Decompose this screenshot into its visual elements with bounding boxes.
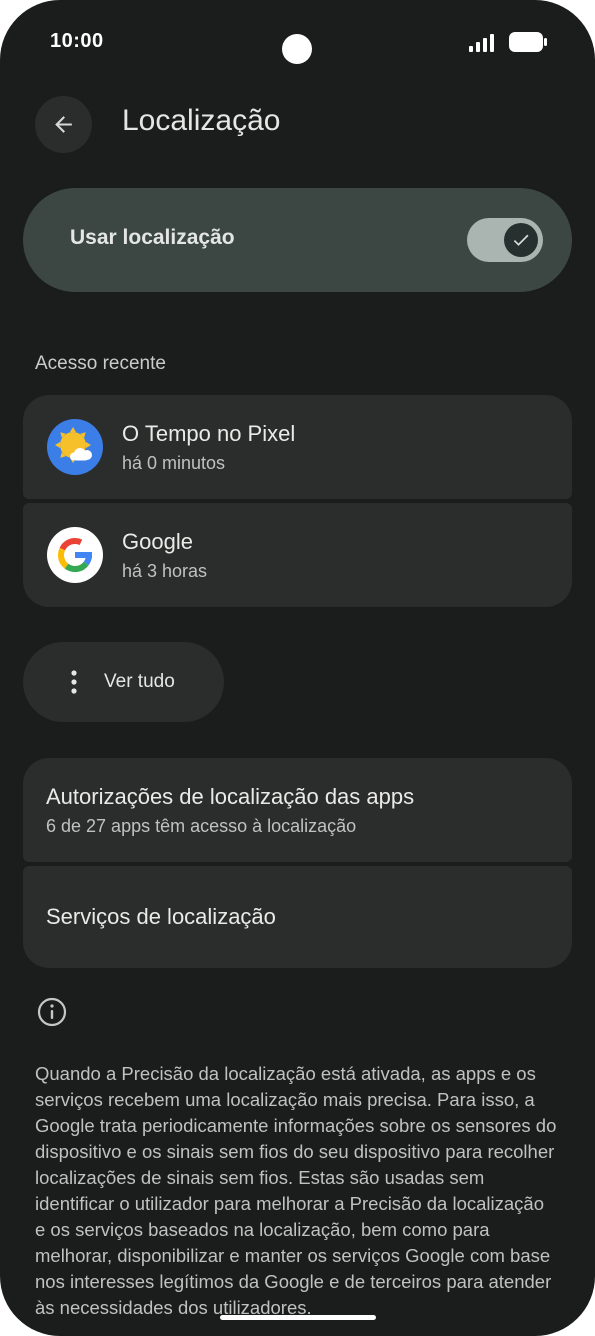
- see-all-button[interactable]: Ver tudo: [23, 642, 224, 722]
- weather-sun-cloud-icon: [47, 419, 103, 475]
- toggle-knob: [504, 223, 538, 257]
- check-icon: [513, 234, 529, 246]
- use-location-toggle[interactable]: [467, 218, 543, 262]
- signal-icon: [469, 34, 494, 52]
- recent-access-heading: Acesso recente: [35, 353, 166, 374]
- back-button[interactable]: [35, 96, 92, 153]
- location-services-item[interactable]: Serviços de localização: [23, 866, 572, 968]
- access-time: há 3 horas: [122, 561, 208, 581]
- status-bar: 10:00: [50, 28, 547, 64]
- info-icon: [37, 997, 67, 1027]
- app-location-permissions-item[interactable]: Autorizações de localização das apps 6 d…: [23, 758, 572, 862]
- use-location-label: Usar localização: [70, 226, 235, 249]
- app-name: Google: [122, 529, 193, 554]
- access-time: há 0 minutos: [122, 453, 226, 473]
- location-services-title: Serviços de localização: [46, 904, 276, 929]
- phone-screen: 10:00 Localização Usar localização Acess…: [0, 0, 595, 1336]
- status-time: 10:00: [50, 30, 104, 52]
- google-g-icon: [47, 527, 103, 583]
- location-accuracy-description: Quando a Precisão da localização está at…: [35, 1063, 557, 1318]
- see-all-label: Ver tudo: [104, 671, 175, 692]
- home-indicator[interactable]: [220, 1315, 376, 1320]
- camera-cutout: [282, 34, 312, 64]
- recent-app-item[interactable]: Google há 3 horas: [23, 503, 572, 607]
- recent-app-item[interactable]: O Tempo no Pixel há 0 minutos: [23, 395, 572, 499]
- use-location-row[interactable]: Usar localização: [23, 188, 572, 292]
- permissions-subtitle: 6 de 27 apps têm acesso à localização: [46, 816, 357, 836]
- more-vertical-icon: [71, 670, 77, 694]
- app-name: O Tempo no Pixel: [122, 421, 296, 446]
- page-title: Localização: [122, 104, 281, 137]
- arrow-back-icon: [55, 116, 72, 133]
- permissions-title: Autorizações de localização das apps: [46, 784, 415, 809]
- battery-icon: [509, 32, 547, 52]
